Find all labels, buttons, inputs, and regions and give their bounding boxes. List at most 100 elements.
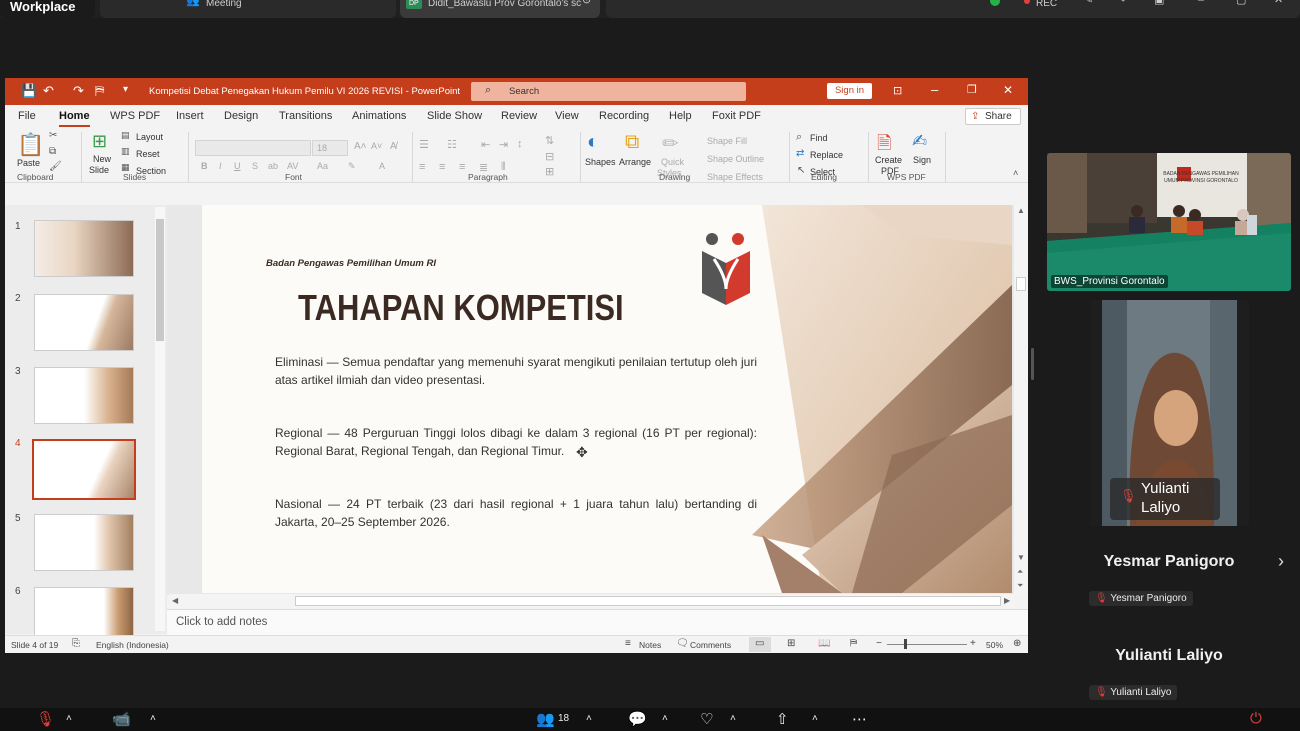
scroll-thumb[interactable] xyxy=(1016,277,1026,291)
scroll-right-icon[interactable]: ▶ xyxy=(1004,596,1010,605)
pane-resize-handle[interactable] xyxy=(1031,348,1034,380)
current-slide[interactable]: Badan Pengawas Pemilihan Umum RI TAHAPAN… xyxy=(202,205,1012,593)
reading-view-icon[interactable]: 📖 xyxy=(818,638,830,649)
format-painter-icon[interactable]: 🖌 xyxy=(49,161,62,172)
layout-icon[interactable]: ▣ xyxy=(1154,0,1164,6)
video-tile-room[interactable]: BADAN PENGAWAS PEMILIHAN UMUM PROVINSI G… xyxy=(1047,153,1291,291)
tab-help[interactable]: Help xyxy=(669,110,692,122)
vertical-scrollbar[interactable]: ▲ ▼ ⏶ ⏷ xyxy=(1014,205,1028,595)
tab-screen-share[interactable]: DP Didit_Bawaslu Prov Gorontalo's sc ⊙ xyxy=(400,0,600,18)
customize-qat-icon[interactable]: ▾ xyxy=(123,84,128,95)
layout-button[interactable]: Layout xyxy=(136,132,163,142)
font-color-icon[interactable]: A xyxy=(379,161,385,171)
zoom-slider[interactable] xyxy=(887,639,967,649)
search-box[interactable]: ⌕ Search xyxy=(471,82,746,101)
shadow-icon[interactable]: ab xyxy=(268,161,278,171)
more-icon[interactable]: ⊙ xyxy=(582,0,591,6)
new-slide-icon[interactable]: ⊞ xyxy=(92,131,107,152)
underline-icon[interactable]: U xyxy=(234,161,241,171)
reset-button[interactable]: Reset xyxy=(136,149,160,159)
slide-thumbnail-5[interactable] xyxy=(34,514,134,571)
zoom-in-icon[interactable]: + xyxy=(970,638,976,649)
shapes-button[interactable]: Shapes xyxy=(585,157,616,167)
zoom-slider-thumb[interactable] xyxy=(904,639,907,649)
find-button[interactable]: Find xyxy=(810,133,828,143)
slide-thumbnail-4[interactable] xyxy=(32,439,136,500)
tab-file[interactable]: File xyxy=(18,110,36,122)
participants-chevron-icon[interactable]: ˄ xyxy=(586,713,592,724)
normal-view-button[interactable]: ▭ xyxy=(749,637,771,652)
cut-icon[interactable]: ✂ xyxy=(49,130,57,141)
participants-count[interactable]: 18 xyxy=(558,713,569,724)
tab-slide-show[interactable]: Slide Show xyxy=(427,110,482,122)
tab-transitions[interactable]: Transitions xyxy=(279,110,332,122)
slide-sorter-icon[interactable]: ⊞ xyxy=(787,638,795,649)
shape-outline-button[interactable]: Shape Outline xyxy=(707,154,764,164)
new-slide-label-2[interactable]: Slide xyxy=(89,165,109,175)
reactions-chevron-icon[interactable]: ˄ xyxy=(730,713,736,724)
change-case-icon[interactable]: Aa xyxy=(317,161,328,171)
zoom-level[interactable]: 50% xyxy=(986,640,1003,650)
font-size-select[interactable]: 18 xyxy=(312,140,348,156)
decrease-indent-icon[interactable]: ⇤ xyxy=(481,138,490,151)
mic-options-chevron-icon[interactable]: ˄ xyxy=(66,713,72,724)
present-icon[interactable]: ⛿ xyxy=(95,83,104,99)
font-name-select[interactable] xyxy=(195,140,311,156)
tab-wps-pdf[interactable]: WPS PDF xyxy=(110,110,160,122)
collapse-ribbon-icon[interactable]: ˄ xyxy=(1013,168,1018,178)
text-direction-icon[interactable]: ⇅ xyxy=(545,134,554,147)
pin-icon[interactable]: ⌖ xyxy=(1120,0,1126,6)
share-chevron-icon[interactable]: ˄ xyxy=(812,713,818,724)
next-slide-icon[interactable]: ⏷ xyxy=(1017,581,1023,591)
create-pdf-label-1[interactable]: Create xyxy=(875,155,902,165)
undo-icon[interactable]: ↶ xyxy=(43,83,54,99)
next-page-icon[interactable]: › xyxy=(1278,551,1284,572)
quick-styles-label-1[interactable]: Quick xyxy=(661,157,684,167)
increase-indent-icon[interactable]: ⇥ xyxy=(499,138,508,151)
notes-button[interactable]: Notes xyxy=(639,640,661,650)
slide-thumbnail-2[interactable] xyxy=(34,294,134,351)
font-grow-icon[interactable]: A˄ xyxy=(354,141,367,152)
zoom-out-icon[interactable]: − xyxy=(876,638,882,649)
video-tile-yulianti[interactable]: 🎙 Yulianti Laliyo xyxy=(1090,300,1249,526)
align-left-icon[interactable]: ≡ xyxy=(419,161,425,173)
font-shrink-icon[interactable]: A˅ xyxy=(371,141,382,151)
redo-icon[interactable]: ↷ xyxy=(73,83,84,99)
scroll-down-icon[interactable]: ▼ xyxy=(1017,553,1025,562)
chat-icon[interactable]: 💬 xyxy=(628,710,647,728)
line-spacing-icon[interactable]: ↕ xyxy=(517,138,523,150)
shapes-icon[interactable]: ◐ xyxy=(587,131,599,154)
bullets-icon[interactable]: ☰ xyxy=(419,138,429,151)
tab-home[interactable]: Home xyxy=(59,110,90,127)
tab-animations[interactable]: Animations xyxy=(352,110,406,122)
language-label[interactable]: English (Indonesia) xyxy=(96,640,169,650)
close-icon[interactable]: ✕ xyxy=(1274,0,1283,6)
camera-off-icon[interactable]: 📹 xyxy=(112,710,131,728)
h-scroll-thumb[interactable] xyxy=(295,596,1001,606)
camera-options-chevron-icon[interactable]: ˄ xyxy=(150,713,156,724)
scroll-left-icon[interactable]: ◀ xyxy=(172,596,178,605)
tab-view[interactable]: View xyxy=(555,110,579,122)
reactions-icon[interactable]: ♡ xyxy=(700,710,713,728)
strike-icon[interactable]: S xyxy=(252,161,258,171)
slideshow-icon[interactable]: ⛿ xyxy=(850,638,857,649)
arrange-button[interactable]: Arrange xyxy=(619,157,651,167)
prev-slide-icon[interactable]: ⏶ xyxy=(1017,567,1023,577)
replace-button[interactable]: Replace xyxy=(810,150,843,160)
slide-thumbnail-1[interactable] xyxy=(34,220,134,277)
sign-in-button[interactable]: Sign in xyxy=(827,83,872,99)
mic-muted-icon[interactable]: 🎙 xyxy=(36,710,55,728)
scroll-up-icon[interactable]: ▲ xyxy=(1017,206,1025,215)
ppt-close-icon[interactable]: ✕ xyxy=(1003,83,1013,97)
thumbnail-scrollbar[interactable] xyxy=(155,207,165,631)
thumbnail-scroll-thumb[interactable] xyxy=(156,219,164,341)
slide-thumbnail-3[interactable] xyxy=(34,367,134,424)
share-button[interactable]: ⇪ Share xyxy=(965,108,1021,125)
fit-slide-icon[interactable]: ⊕ xyxy=(1013,638,1021,649)
sign-button[interactable]: Sign xyxy=(913,155,931,165)
numbering-icon[interactable]: ☷ xyxy=(447,138,457,151)
tab-design[interactable]: Design xyxy=(224,110,258,122)
comments-button[interactable]: Comments xyxy=(690,640,731,650)
accessibility-icon[interactable]: ⎘ xyxy=(72,638,80,649)
paste-label[interactable]: Paste xyxy=(17,158,40,168)
